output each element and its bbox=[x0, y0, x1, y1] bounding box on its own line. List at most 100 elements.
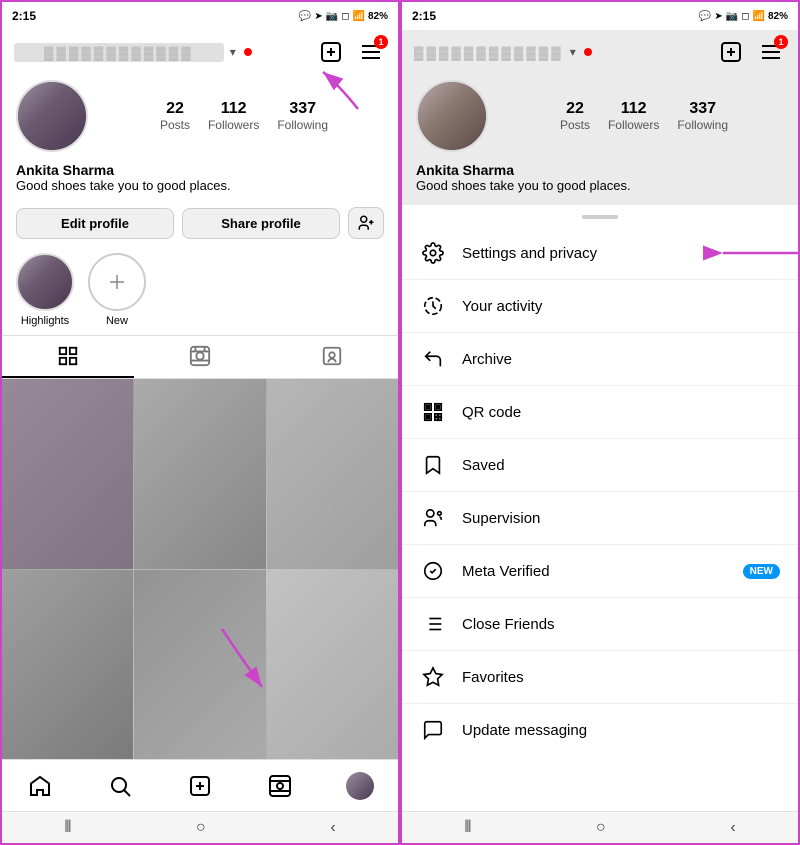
ig-icon: ◻ bbox=[341, 11, 349, 22]
saved-icon bbox=[420, 452, 446, 478]
stat-followers-r[interactable]: 112 Followers bbox=[608, 100, 659, 132]
new-badge: NEW bbox=[743, 564, 780, 579]
grid-cell-1 bbox=[2, 379, 133, 569]
profile-button[interactable] bbox=[342, 768, 378, 804]
system-nav-right: ⦀ ○ ‹ bbox=[402, 811, 798, 843]
menu-item-close-friends[interactable]: Close Friends bbox=[402, 598, 798, 651]
menu-item-archive[interactable]: Archive bbox=[402, 333, 798, 386]
grid-content bbox=[2, 379, 398, 759]
camera-icon: 📷 bbox=[326, 11, 338, 22]
tagged-icon bbox=[321, 345, 343, 367]
status-icons-left: 💬 ➤ 📷 ◻ 📶 82% bbox=[299, 11, 388, 22]
menu-item-settings[interactable]: Settings and privacy bbox=[402, 227, 798, 280]
edit-profile-button[interactable]: Edit profile bbox=[16, 208, 174, 239]
grid-cell-5 bbox=[134, 570, 265, 760]
dropdown-icon-left[interactable]: ▾ bbox=[230, 45, 236, 59]
following-label: Following bbox=[277, 118, 328, 132]
menu-button-right[interactable]: 1 bbox=[756, 37, 786, 67]
favorites-icon bbox=[420, 664, 446, 690]
add-post-button-right[interactable] bbox=[716, 37, 746, 67]
archive-label: Archive bbox=[462, 351, 780, 368]
battery-left: 82% bbox=[368, 11, 388, 22]
create-button[interactable] bbox=[182, 768, 218, 804]
stat-following[interactable]: 337 Following bbox=[277, 100, 328, 132]
saved-label: Saved bbox=[462, 457, 780, 474]
username-bar-left[interactable]: ▓▓▓▓▓▓▓▓▓▓▓▓ ▾ bbox=[14, 43, 252, 62]
grid-icon bbox=[57, 345, 79, 367]
add-person-icon bbox=[357, 214, 375, 232]
menu-item-qr[interactable]: QR code bbox=[402, 386, 798, 439]
tab-reels[interactable] bbox=[134, 336, 266, 378]
archive-icon bbox=[420, 346, 446, 372]
search-icon bbox=[108, 774, 132, 798]
whatsapp-icon: 💬 bbox=[299, 11, 311, 22]
send-icon: ➤ bbox=[314, 11, 322, 22]
home-system-button-r[interactable]: ○ bbox=[596, 819, 606, 837]
reels-nav-icon bbox=[268, 774, 292, 798]
sheet-handle bbox=[582, 215, 618, 219]
highlight-label-new: New bbox=[106, 315, 128, 327]
back-system-button[interactable]: ‹ bbox=[330, 819, 335, 837]
menu-item-favorites[interactable]: Favorites bbox=[402, 651, 798, 704]
qr-label: QR code bbox=[462, 404, 780, 421]
menu-item-saved[interactable]: Saved bbox=[402, 439, 798, 492]
posts-grid bbox=[2, 379, 398, 759]
nav-icons-right: 1 bbox=[716, 37, 786, 67]
menu-item-messaging[interactable]: Update messaging bbox=[402, 704, 798, 756]
menu-item-activity[interactable]: Your activity bbox=[402, 280, 798, 333]
stats-right: 22 Posts 112 Followers 337 Following bbox=[504, 100, 784, 132]
camera-icon-r: 📷 bbox=[726, 11, 738, 22]
time-right: 2:15 bbox=[412, 9, 436, 23]
back-system-button-r[interactable]: ‹ bbox=[730, 819, 735, 837]
username-bar-right[interactable]: ▓▓▓▓▓▓▓▓▓▓▓▓ ▾ bbox=[414, 45, 592, 60]
menu-button[interactable]: 1 bbox=[356, 37, 386, 67]
add-post-button[interactable] bbox=[316, 37, 346, 67]
highlight-new-circle bbox=[88, 253, 146, 311]
arrow-to-settings bbox=[713, 238, 798, 268]
reels-icon bbox=[189, 345, 211, 367]
meta-verified-icon bbox=[420, 558, 446, 584]
followers-count: 112 bbox=[221, 100, 247, 118]
home-system-button[interactable]: ○ bbox=[196, 819, 206, 837]
time-left: 2:15 bbox=[12, 9, 36, 23]
posts-label-r: Posts bbox=[560, 118, 590, 132]
recent-apps-button[interactable]: ⦀ bbox=[64, 819, 71, 837]
highlight-item-1[interactable]: Highlights bbox=[16, 253, 74, 327]
following-count: 337 bbox=[289, 100, 316, 118]
followers-label-r: Followers bbox=[608, 118, 659, 132]
bio-text-left: Good shoes take you to good places. bbox=[16, 178, 384, 193]
following-label-r: Following bbox=[677, 118, 728, 132]
bio-text-right: Good shoes take you to good places. bbox=[416, 178, 784, 193]
close-friends-icon bbox=[420, 611, 446, 637]
share-profile-button[interactable]: Share profile bbox=[182, 208, 340, 239]
highlights-row: Highlights New bbox=[2, 245, 398, 335]
avatar-left[interactable] bbox=[16, 80, 88, 152]
highlight-item-new[interactable]: New bbox=[88, 253, 146, 327]
menu-item-supervision[interactable]: Supervision bbox=[402, 492, 798, 545]
bio-name-left: Ankita Sharma bbox=[16, 162, 384, 178]
home-button[interactable] bbox=[22, 768, 58, 804]
stat-followers[interactable]: 112 Followers bbox=[208, 100, 259, 132]
menu-item-meta[interactable]: Meta Verified NEW bbox=[402, 545, 798, 598]
favorites-label: Favorites bbox=[462, 669, 780, 686]
signal-icon: 📶 bbox=[353, 11, 365, 22]
whatsapp-icon-r: 💬 bbox=[699, 11, 711, 22]
dropdown-icon-right[interactable]: ▾ bbox=[570, 45, 576, 59]
stat-posts[interactable]: 22 Posts bbox=[160, 100, 190, 132]
followers-count-r: 112 bbox=[621, 100, 647, 118]
avatar-right[interactable] bbox=[416, 80, 488, 152]
reels-button[interactable] bbox=[262, 768, 298, 804]
add-friend-button[interactable] bbox=[348, 207, 384, 239]
stat-posts-r[interactable]: 22 Posts bbox=[560, 100, 590, 132]
tab-tagged[interactable] bbox=[266, 336, 398, 378]
activity-icon bbox=[420, 293, 446, 319]
profile-thumb-nav bbox=[346, 772, 374, 800]
tabs-row bbox=[2, 335, 398, 379]
nav-icons-left: 1 bbox=[316, 37, 386, 67]
qr-icon bbox=[420, 399, 446, 425]
battery-right: 82% bbox=[768, 11, 788, 22]
tab-grid[interactable] bbox=[2, 336, 134, 378]
recent-apps-button-r[interactable]: ⦀ bbox=[464, 819, 471, 837]
search-button[interactable] bbox=[102, 768, 138, 804]
stat-following-r[interactable]: 337 Following bbox=[677, 100, 728, 132]
